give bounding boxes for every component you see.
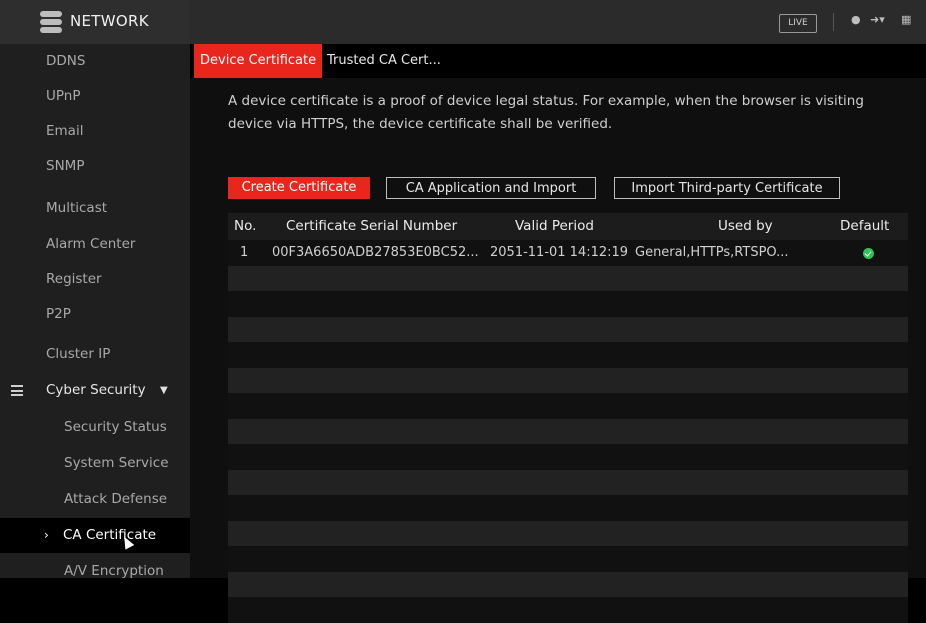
col-used-by: Used by	[718, 218, 773, 234]
cell-used-by: General,HTTPs,RTSPO...	[635, 245, 789, 260]
table-row	[228, 469, 908, 495]
table-row	[228, 597, 908, 623]
sidebar-item-ca-certificate[interactable]: › CA Certificate	[0, 518, 190, 553]
qr-icon[interactable]: ▦	[901, 13, 911, 26]
sidebar: DDNS UPnP Email SNMP Multicast Alarm Cen…	[0, 44, 190, 579]
sidebar-item-av-encryption[interactable]: A/V Encryption	[0, 554, 190, 589]
table-row	[228, 393, 908, 419]
sidebar-item-snmp[interactable]: SNMP	[0, 149, 190, 184]
create-certificate-button[interactable]: Create Certificate	[228, 177, 370, 199]
sidebar-item-system-service[interactable]: System Service	[0, 446, 190, 481]
certificate-table: No. Certificate Serial Number Valid Peri…	[228, 213, 908, 623]
table-row[interactable]: 1 00F3A6650ADB27853E0BC52... 2051-11-01 …	[228, 240, 908, 266]
sidebar-group-cyber-security[interactable]: Cyber Security ▼	[0, 373, 190, 408]
live-button[interactable]: LIVE	[779, 14, 817, 33]
tab-device-certificate[interactable]: Device Certificate	[194, 44, 323, 78]
table-header: No. Certificate Serial Number Valid Peri…	[228, 213, 908, 240]
table-row	[228, 444, 908, 470]
cell-valid-period: 2051-11-01 14:12:19	[490, 245, 629, 260]
cell-no: 1	[240, 245, 249, 260]
description-text: A device certificate is a proof of devic…	[228, 93, 864, 132]
sidebar-item-ddns[interactable]: DDNS	[0, 44, 190, 79]
app-header: NETWORK	[0, 0, 190, 44]
sidebar-item-cluster-ip[interactable]: Cluster IP	[0, 337, 190, 372]
tab-bar: Device Certificate Trusted CA Cert...	[190, 44, 926, 78]
sidebar-item-attack-defense[interactable]: Attack Defense	[0, 482, 190, 517]
table-row	[228, 342, 908, 368]
table-row	[228, 291, 908, 317]
sidebar-item-register[interactable]: Register	[0, 262, 190, 297]
default-check-icon	[863, 248, 874, 259]
table-row	[228, 571, 908, 597]
page-title: NETWORK	[70, 12, 149, 30]
import-third-party-certificate-button[interactable]: Import Third-party Certificate	[614, 177, 840, 199]
cell-serial: 00F3A6650ADB27853E0BC52...	[272, 245, 479, 260]
sidebar-item-p2p[interactable]: P2P	[0, 297, 190, 332]
main-panel: Device Certificate Trusted CA Cert... A …	[190, 44, 926, 623]
chevron-down-icon: ▼	[160, 385, 168, 396]
table-row	[228, 265, 908, 291]
table-row	[228, 418, 908, 444]
ca-application-import-button[interactable]: CA Application and Import	[386, 177, 596, 199]
sidebar-item-label: CA Certificate	[63, 527, 157, 543]
sidebar-item-alarm-center[interactable]: Alarm Center	[0, 227, 190, 262]
sidebar-item-multicast[interactable]: Multicast	[0, 191, 190, 226]
table-row	[228, 367, 908, 393]
col-default: Default	[840, 218, 890, 234]
sidebar-item-upnp[interactable]: UPnP	[0, 79, 190, 114]
network-icon	[40, 11, 62, 33]
chevron-right-icon: ›	[44, 528, 49, 542]
logout-icon[interactable]: ➜▾	[870, 13, 885, 26]
sidebar-item-email[interactable]: Email	[0, 114, 190, 149]
user-icon[interactable]: ●	[851, 13, 861, 26]
col-no: No.	[234, 218, 257, 234]
table-row	[228, 316, 908, 342]
sidebar-group-label: Cyber Security	[46, 382, 146, 398]
col-valid-period: Valid Period	[515, 218, 594, 234]
table-row	[228, 495, 908, 521]
tab-trusted-ca-certificate[interactable]: Trusted CA Cert...	[321, 44, 447, 78]
divider	[833, 13, 834, 31]
table-row	[228, 520, 908, 546]
sidebar-item-security-status[interactable]: Security Status	[0, 410, 190, 445]
table-row	[228, 546, 908, 572]
menu-icon	[11, 385, 23, 396]
top-bar: NETWORK LIVE ● ➜▾ ▦	[0, 0, 926, 44]
col-serial: Certificate Serial Number	[286, 218, 458, 234]
